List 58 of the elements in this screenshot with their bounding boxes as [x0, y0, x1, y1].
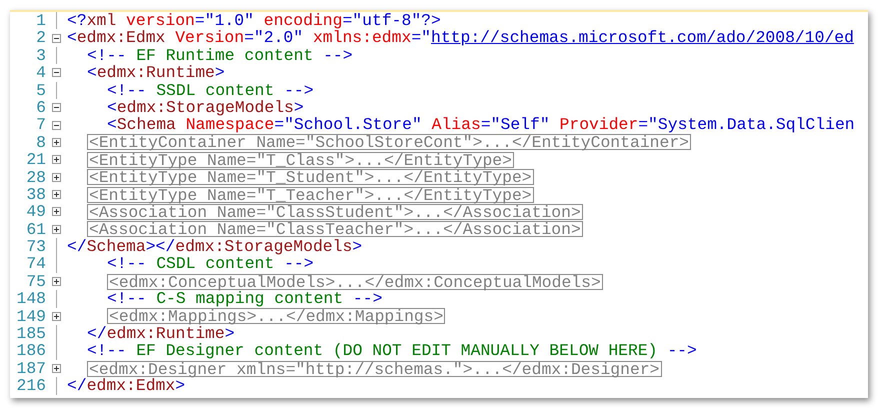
expand-icon[interactable]	[52, 172, 61, 182]
line-number: 75	[25, 272, 46, 290]
line-number: 28	[25, 168, 46, 186]
line-number: 149	[15, 308, 46, 326]
code-text: <!-- EF Runtime content -->	[87, 46, 353, 64]
line-number: 187	[15, 360, 46, 378]
line-number: 186	[15, 342, 46, 360]
expand-icon[interactable]	[52, 138, 61, 147]
expand-icon[interactable]	[52, 277, 61, 286]
code-text: <edmx:StorageModels>	[107, 98, 304, 116]
line-number: 1	[35, 12, 46, 30]
line-number: 73	[25, 238, 46, 256]
code-text: <edmx:Runtime>	[87, 64, 225, 82]
collapse-icon[interactable]	[52, 34, 61, 43]
line-number: 185	[15, 325, 46, 342]
line-number: 38	[25, 186, 46, 204]
collapsed-code[interactable]: <EntityType Name="T_Class">...</EntityType>	[87, 152, 514, 168]
code-text: <?xml version="1.0" encoding="utf-8"?>	[67, 12, 441, 30]
line-number: 49	[25, 203, 46, 221]
code-text: <edmx:Edmx Version="2.0" xmlns:edmx="	[67, 29, 431, 47]
collapsed-code[interactable]: <edmx:Designer xmlns="http://schemas.">...</edmx:Designer>	[87, 360, 662, 376]
collapsed-code[interactable]: <EntityContainer Name="SchoolStoreCont">...</EntityContainer>	[87, 134, 691, 150]
expand-icon[interactable]	[52, 224, 61, 234]
line-number: 3	[35, 46, 46, 64]
code-text: <!-- CSDL content -->	[107, 255, 314, 273]
line-number: 21	[25, 151, 46, 169]
code-text: </Schema></edmx:StorageModels>	[67, 238, 362, 256]
expand-icon[interactable]	[52, 155, 61, 164]
collapse-icon[interactable]	[52, 103, 61, 112]
line-number: 8	[35, 134, 46, 152]
line-number: 74	[25, 255, 46, 273]
collapse-icon[interactable]	[52, 120, 61, 130]
line-number: 7	[35, 116, 46, 134]
collapsed-code[interactable]: <Association Name="ClassStudent">...</Association>	[87, 204, 583, 220]
link[interactable]: http://schemas.microsoft.com/ado/2008/10/ed	[431, 29, 854, 47]
collapse-icon[interactable]	[52, 68, 61, 78]
collapsed-code[interactable]: <EntityType Name="T_Teacher">...</EntityType>	[87, 186, 534, 203]
collapsed-code[interactable]: <Association Name="ClassTeacher">...</Association>	[87, 221, 583, 238]
code-text: <!-- EF Designer content (DO NOT EDIT MANUALLY BELOW HERE) -->	[87, 342, 697, 360]
line-number: 4	[35, 64, 46, 82]
line-number: 2	[35, 29, 46, 47]
expand-icon[interactable]	[52, 207, 61, 216]
expand-icon[interactable]	[52, 312, 61, 321]
code-text: </edmx:Edmx>	[67, 377, 186, 395]
line-number: 216	[15, 377, 46, 395]
line-number: 5	[35, 82, 46, 99]
collapsed-code[interactable]: <edmx:Mappings>...</edmx:Mappings>	[107, 308, 446, 324]
collapsed-code[interactable]: <EntityType Name="T_Student">...</EntityType>	[87, 169, 534, 186]
line-number: 61	[25, 220, 46, 238]
code-text: <!-- SSDL content -->	[107, 82, 314, 99]
expand-icon[interactable]	[52, 190, 61, 200]
expand-icon[interactable]	[52, 364, 61, 373]
code-text: <Schema Namespace="School.Store" Alias="Self" Provider="System.Data.SqlClien	[107, 116, 855, 134]
code-text: </edmx:Runtime>	[87, 325, 235, 342]
collapsed-code[interactable]: <edmx:ConceptualModels>...</edmx:ConceptualModels>	[107, 274, 603, 290]
line-number: 6	[35, 98, 46, 116]
line-number: 148	[15, 290, 46, 308]
code-text: <!-- C-S mapping content -->	[107, 290, 382, 308]
